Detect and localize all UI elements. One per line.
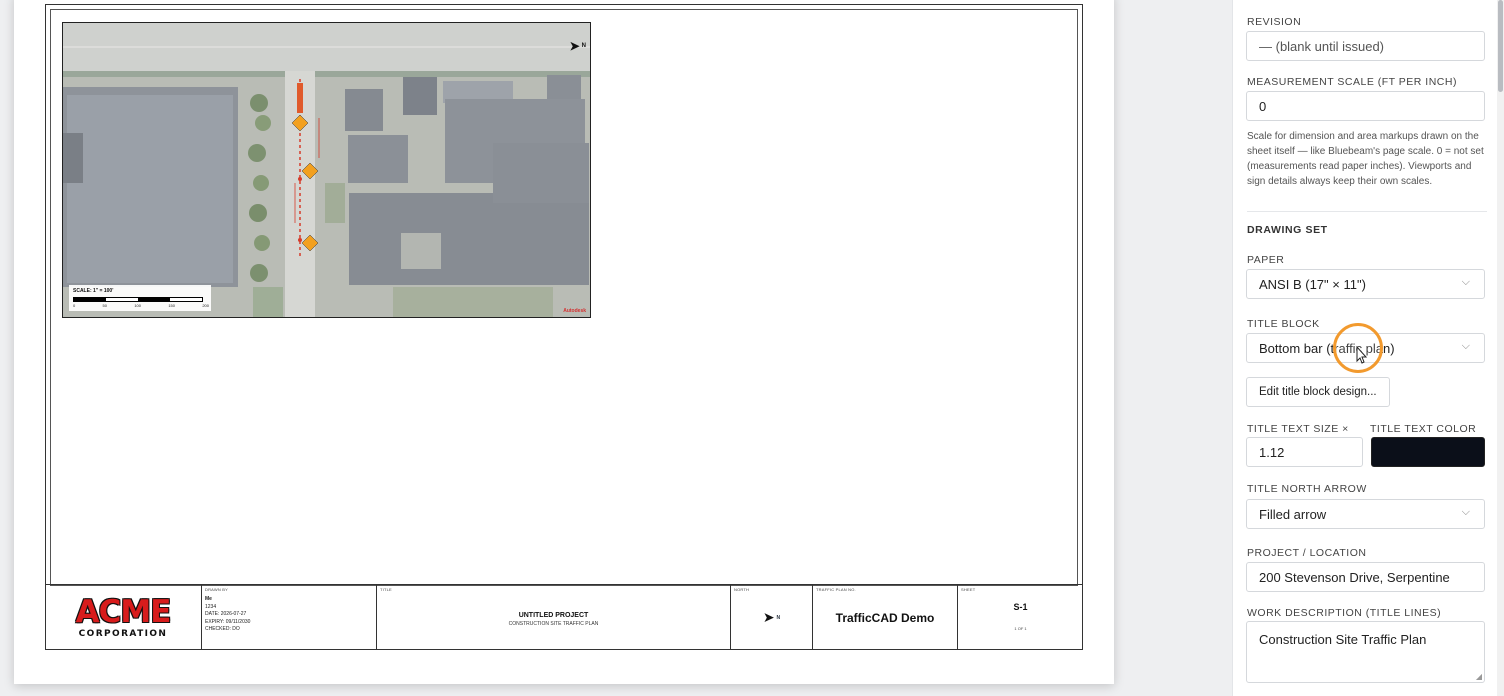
north-arrow-icon: ➤ [762, 609, 775, 625]
title-text-color-swatch[interactable] [1371, 437, 1485, 467]
work-title: CONSTRUCTION SITE TRAFFIC PLAN [508, 621, 599, 627]
plan-header: TRAFFIC PLAN No. [816, 587, 856, 592]
north-arrow-select[interactable]: Filled arrow [1246, 499, 1485, 529]
work-description-textarea[interactable]: Construction Site Traffic Plan ◢ [1246, 621, 1485, 683]
title-block-drawn-by: DRAWN BY Me 1234 DATE: 2026-07-27 EXPIRY… [202, 585, 377, 650]
drawn-by-lines: Me 1234 DATE: 2026-07-27 EXPIRY: 09/11/2… [205, 596, 250, 634]
north-letter: N [776, 614, 781, 621]
title-text-color-label: TITLE TEXT COLOR [1370, 423, 1477, 435]
logo-wordmark: ACME [75, 593, 172, 630]
scale-bar-graphic [73, 297, 203, 302]
scale-tick: 200 [202, 303, 209, 308]
viewport-scale-bar: SCALE: 1" = 100' 0 50 100 150 200 [69, 285, 211, 311]
drawn-by-line: CHECKED: DO [205, 626, 240, 632]
sheet-of: 1 OF 1 [1014, 626, 1027, 631]
sheet-number: S-1 [1013, 602, 1028, 612]
scale-tick: 50 [102, 303, 107, 308]
work-description-label: WORK DESCRIPTION (TITLE LINES) [1247, 607, 1442, 619]
title-block[interactable]: ACME CORPORATION DRAWN BY Me 1234 DATE: … [45, 584, 1083, 650]
project-location-input[interactable]: 200 Stevenson Drive, Serpentine [1246, 562, 1485, 592]
viewport-north-letter: N [581, 43, 586, 49]
edit-title-block-button[interactable]: Edit title block design... [1246, 377, 1390, 407]
scale-bar-ticks: 0 50 100 150 200 [73, 303, 209, 308]
viewport-north-arrow: ➤ N [570, 39, 586, 53]
measurement-scale-help: Scale for dimension and area markups dra… [1247, 131, 1484, 187]
drawn-by-line: EXPIRY: 09/11/2030 [205, 618, 251, 625]
scrollbar-thumb[interactable] [1498, 0, 1503, 92]
map-credit: Autodesk [563, 308, 586, 314]
drawn-by-line: DATE: 2026-07-27 [205, 611, 247, 617]
mouse-pointer-icon [1356, 346, 1368, 364]
title-block-sheet: SHEET S-1 1 OF 1 [958, 585, 1083, 650]
title-text-size-input[interactable]: 1.12 [1246, 437, 1363, 467]
drawn-by-header: DRAWN BY [205, 587, 229, 592]
measurement-scale-label: MEASUREMENT SCALE (FT PER INCH) [1247, 76, 1457, 88]
section-divider [1247, 211, 1487, 212]
measurement-scale-input[interactable]: 0 [1246, 91, 1485, 121]
resize-grip-icon[interactable]: ◢ [1476, 672, 1482, 681]
title-header: TITLE [380, 587, 392, 592]
panel-scrollbar[interactable] [1497, 0, 1504, 696]
north-header: NORTH [734, 587, 750, 592]
logo-subtext: CORPORATION [78, 628, 168, 639]
revision-input[interactable]: — (blank until issued) [1246, 31, 1485, 61]
acme-logo: ACME CORPORATION [75, 593, 172, 639]
title-block-plan-number: TRAFFIC PLAN No. TrafficCAD Demo [813, 585, 958, 650]
drawing-set-heading: DRAWING SET [1247, 224, 1328, 236]
scale-tick: 0 [73, 303, 76, 308]
drawn-by-line: 1234 [205, 603, 217, 610]
north-arrow-icon: ➤ [569, 39, 580, 53]
title-block-title: TITLE UNTITLED PROJECT CONSTRUCTION SITE… [377, 585, 731, 650]
map-viewport[interactable]: ➤ N SCALE: 1" = 100' 0 50 100 150 200 Au… [62, 22, 591, 318]
project-title: UNTITLED PROJECT [518, 612, 589, 619]
project-location-label: PROJECT / LOCATION [1247, 547, 1367, 559]
title-block-north: NORTH ➤ N [731, 585, 813, 650]
drawing-sheet[interactable]: ➤ N SCALE: 1" = 100' 0 50 100 150 200 Au… [14, 0, 1114, 684]
title-block-logo-cell: ACME CORPORATION [45, 585, 202, 650]
paper-select[interactable]: ANSI B (17" × 11") [1246, 269, 1485, 299]
scale-bar-label: SCALE: 1" = 100' [73, 288, 114, 294]
scale-tick: 150 [168, 303, 175, 308]
work-description-text: Construction Site Traffic Plan [1259, 632, 1427, 647]
title-block-label: TITLE BLOCK [1247, 318, 1320, 330]
paper-label: PAPER [1247, 254, 1285, 266]
revision-label: REVISION [1247, 16, 1302, 28]
title-text-size-label: TITLE TEXT SIZE × [1247, 423, 1349, 435]
aerial-map-image [63, 23, 590, 317]
scale-tick: 100 [134, 303, 141, 308]
plan-number-value: TrafficCAD Demo [835, 610, 935, 625]
sheet-header: SHEET [961, 587, 976, 592]
sheet-canvas[interactable]: ➤ N SCALE: 1" = 100' 0 50 100 150 200 Au… [0, 0, 1232, 696]
north-arrow-label: TITLE NORTH ARROW [1247, 483, 1367, 495]
drawn-by-line: Me [205, 596, 212, 602]
